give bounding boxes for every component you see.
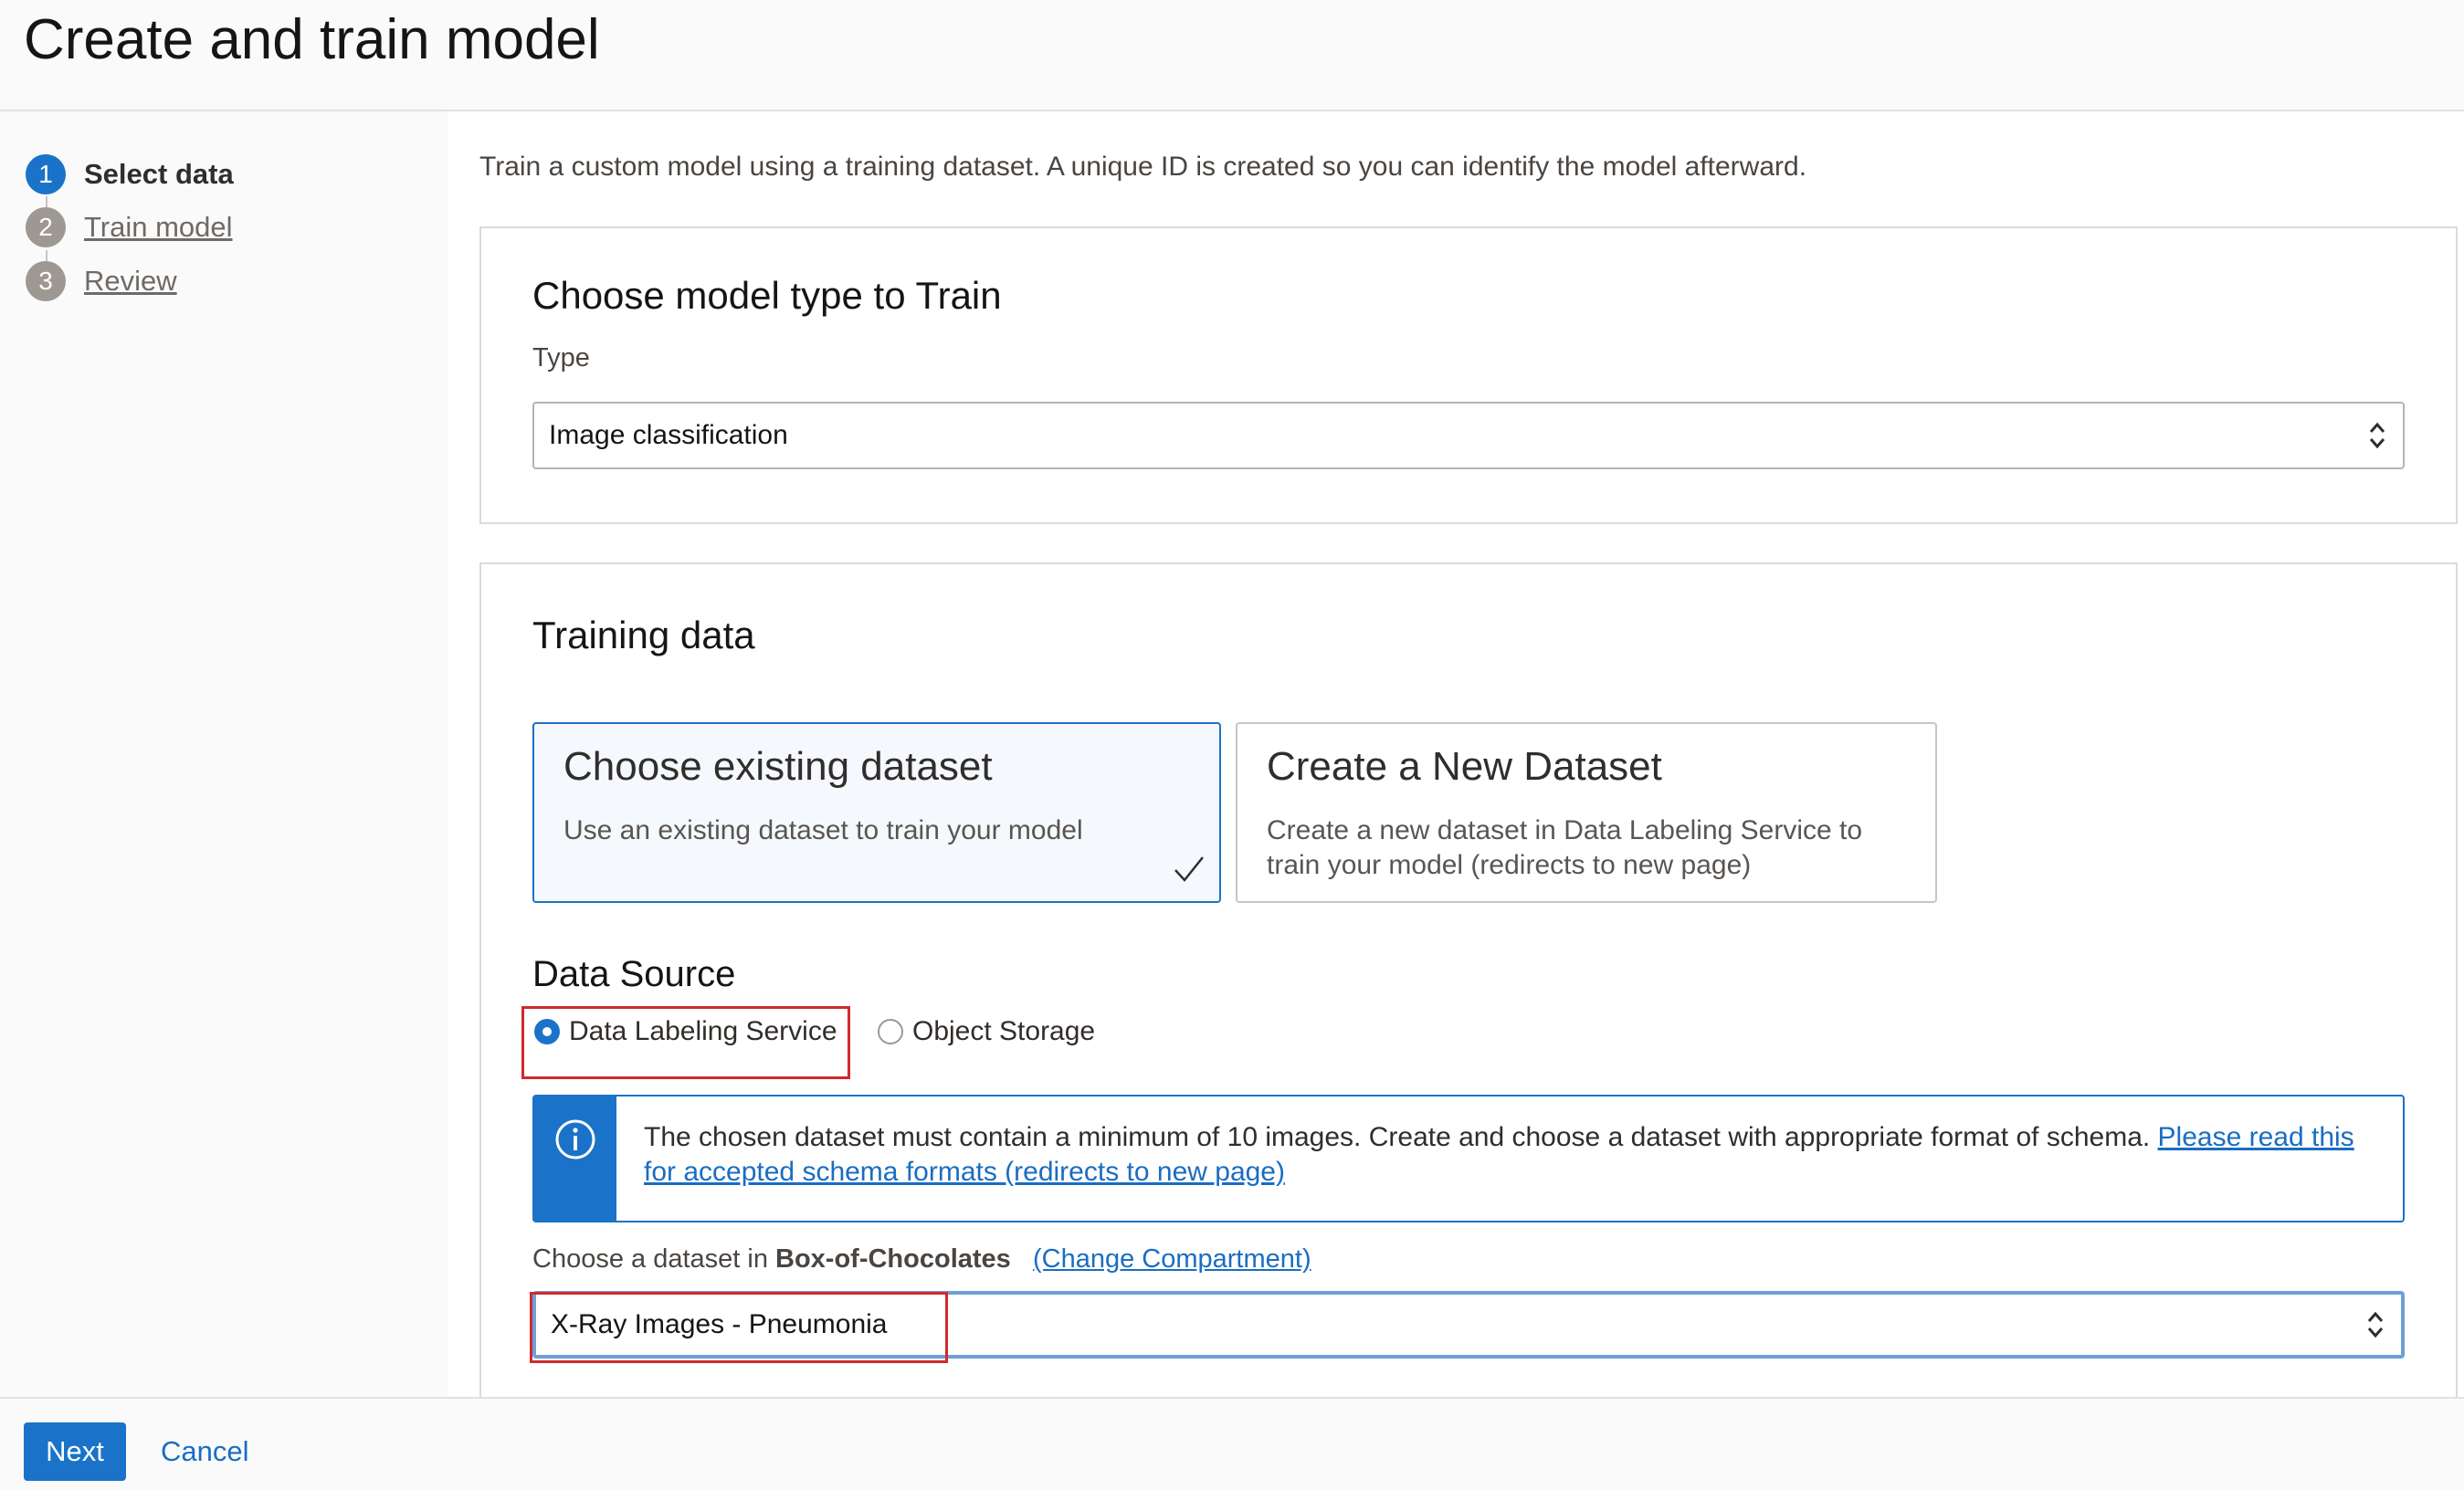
step-number: 1 [26, 154, 66, 194]
info-banner: The chosen dataset must contain a minimu… [532, 1095, 2405, 1222]
radio-button[interactable] [878, 1019, 903, 1044]
step-number: 3 [26, 261, 66, 301]
tile-title: Create a New Dataset [1267, 744, 1662, 789]
step-number: 2 [26, 207, 66, 247]
footer-bar: Next Cancel [0, 1397, 2464, 1490]
model-type-value: Image classification [549, 420, 788, 450]
radio-label: Data Labeling Service [569, 1016, 837, 1046]
updown-chevron-icon [2367, 1311, 2384, 1338]
choose-existing-dataset-tile[interactable]: Choose existing dataset Use an existing … [532, 722, 1221, 903]
page-title: Create and train model [24, 8, 600, 71]
next-button[interactable]: Next [24, 1422, 126, 1481]
training-data-card: Training data Choose existing dataset Us… [479, 562, 2458, 1424]
tile-title: Choose existing dataset [563, 744, 993, 789]
cancel-button[interactable]: Cancel [161, 1422, 249, 1481]
model-type-card: Choose model type to Train Type Image cl… [479, 226, 2458, 524]
radio-label: Object Storage [912, 1016, 1096, 1046]
step-review[interactable]: 3 Review [26, 258, 177, 304]
model-type-select[interactable]: Image classification [532, 402, 2405, 469]
intro-text: Train a custom model using a training da… [479, 152, 1807, 182]
info-icon [555, 1119, 595, 1159]
step-label[interactable]: Review [84, 265, 177, 298]
info-message-text: The chosen dataset must contain a minimu… [644, 1122, 2158, 1152]
training-data-title: Training data [532, 614, 755, 656]
model-type-title: Choose model type to Train [532, 274, 1002, 317]
step-train-model[interactable]: 2 Train model [26, 205, 233, 250]
change-compartment-link[interactable]: (Change Compartment) [1033, 1244, 1311, 1274]
compartment-name: Box-of-Chocolates [775, 1244, 1011, 1274]
data-source-label: Data Source [532, 954, 736, 994]
dataset-select[interactable]: X-Ray Images - Pneumonia [532, 1291, 2405, 1359]
dataset-label-prefix: Choose a dataset in [532, 1244, 776, 1274]
step-label: Select data [84, 158, 234, 190]
radio-button-checked[interactable] [534, 1019, 560, 1044]
step-label[interactable]: Train model [84, 211, 233, 244]
dataset-label: Choose a dataset in Box-of-Chocolates (C… [532, 1244, 1311, 1275]
info-stripe [534, 1097, 616, 1221]
tile-description: Use an existing dataset to train your mo… [563, 815, 1083, 845]
step-navigation: 1 Select data 2 Train model 3 Review [0, 111, 448, 1397]
info-message: The chosen dataset must contain a minimu… [644, 1120, 2379, 1190]
radio-data-labeling-service[interactable]: Data Labeling Service [534, 1012, 837, 1052]
checkmark-icon [1174, 856, 1204, 882]
step-select-data: 1 Select data [26, 152, 234, 197]
type-label: Type [532, 343, 590, 372]
tile-description: Create a new dataset in Data Labeling Se… [1267, 815, 1863, 880]
page-header: Create and train model [0, 0, 2464, 111]
updown-chevron-icon [2369, 422, 2385, 449]
dataset-value: X-Ray Images - Pneumonia [551, 1309, 888, 1339]
radio-object-storage[interactable]: Object Storage [878, 1012, 1095, 1052]
create-new-dataset-tile[interactable]: Create a New Dataset Create a new datase… [1236, 722, 1937, 903]
